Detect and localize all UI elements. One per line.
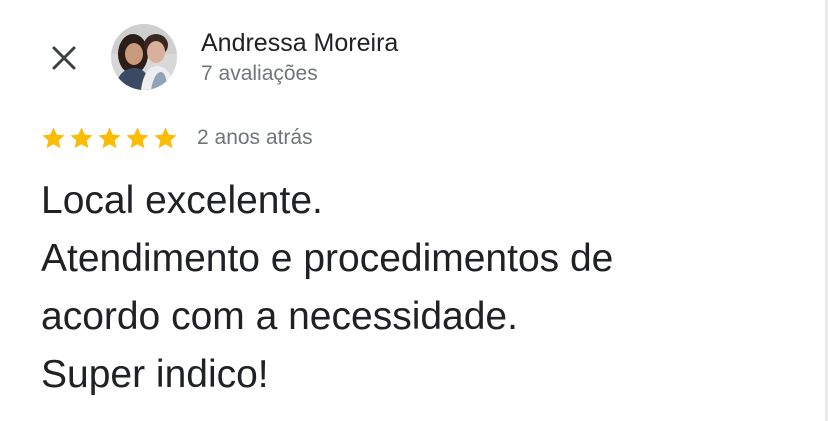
reviewer-review-count: 7 avaliações <box>201 62 318 85</box>
reviewer-name[interactable]: Andressa Moreira <box>201 28 398 58</box>
review-card: Andressa Moreira 7 avaliações 2 anos atr… <box>0 0 828 421</box>
review-date: 2 anos atrás <box>197 126 313 149</box>
star-icon <box>42 126 65 148</box>
star-icon <box>98 126 121 148</box>
star-icon <box>70 126 93 148</box>
star-icon <box>154 126 177 148</box>
avatar-image <box>111 24 177 90</box>
review-line: Local excelente. <box>41 179 323 222</box>
review-line: Super indico! <box>41 353 269 396</box>
review-line: Atendimento e procedimentos de <box>41 237 614 280</box>
review-line: acordo com a necessidade. <box>41 295 518 338</box>
avatar[interactable] <box>111 24 177 90</box>
review-text: Local excelente. Atendimento e procedime… <box>41 172 821 404</box>
close-icon <box>52 46 76 70</box>
star-rating <box>40 124 179 152</box>
close-button[interactable] <box>44 38 84 78</box>
star-icon <box>126 126 149 148</box>
